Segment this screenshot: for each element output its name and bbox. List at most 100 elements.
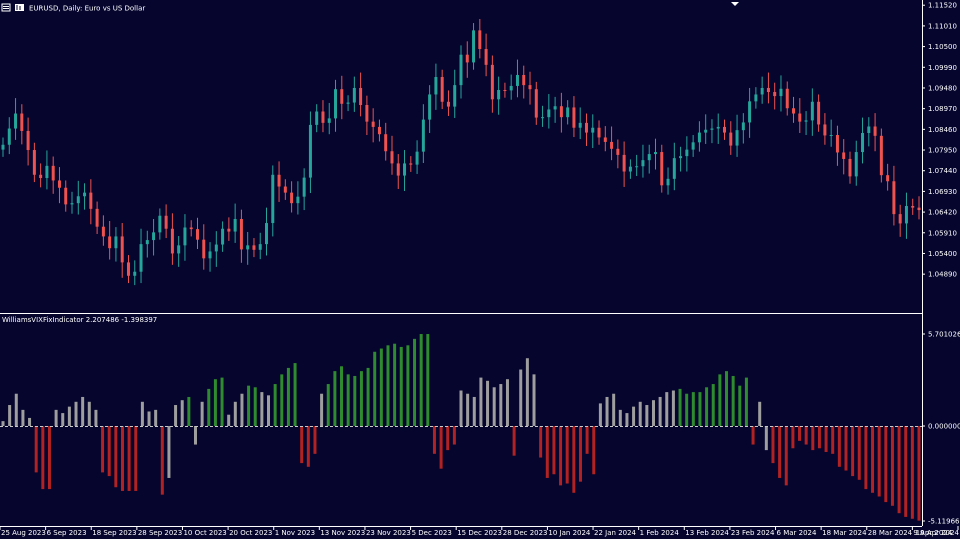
histogram-bar: [280, 374, 284, 426]
candle-body: [453, 85, 457, 107]
histogram-bar: [346, 374, 350, 426]
candle-body: [409, 163, 413, 165]
histogram-bar: [174, 405, 178, 426]
candle-body: [145, 240, 149, 245]
histogram-bar: [592, 426, 596, 475]
histogram-bar: [406, 345, 410, 426]
histogram-bar: [665, 392, 669, 426]
histogram-bar: [379, 348, 383, 426]
time-tick-label: 5 Dec 2023: [412, 529, 452, 537]
histogram-bar: [1, 421, 5, 426]
candle-body: [271, 174, 275, 224]
candle-body: [246, 245, 250, 250]
histogram-bar: [658, 396, 662, 426]
chart-type-icon[interactable]: [15, 4, 24, 11]
histogram-bar: [751, 426, 755, 445]
candle-body: [892, 181, 896, 215]
candle-body: [647, 154, 651, 161]
histogram-bar: [446, 426, 450, 451]
time-tick-label: 10 Oct 2023: [183, 529, 226, 537]
candle-body: [428, 94, 432, 120]
histogram-bar: [744, 377, 748, 426]
histogram-bar: [359, 371, 363, 426]
candle-body: [578, 122, 582, 128]
time-tick-label: 18 Sep 2023: [92, 529, 136, 537]
candle-body: [879, 135, 883, 176]
candle-body: [114, 236, 118, 249]
candle-body: [57, 180, 61, 188]
candle-body: [32, 150, 36, 175]
price-tick-label: 1.07440: [928, 167, 957, 175]
candle-body: [170, 228, 174, 254]
price-tick-label: 1.11010: [928, 22, 957, 30]
histogram-bar: [147, 411, 151, 426]
histogram-bar: [691, 392, 695, 426]
histogram-bar: [871, 426, 875, 493]
candle-body: [484, 49, 488, 65]
candle-body: [691, 142, 695, 150]
histogram-bar: [572, 426, 576, 493]
histogram-bar: [313, 426, 317, 454]
candle-body: [697, 132, 701, 143]
candle-body: [83, 192, 87, 197]
chart-shift-triangle-icon[interactable]: [731, 2, 739, 6]
histogram-bar: [87, 401, 91, 426]
price-tick-label: 1.04890: [928, 271, 957, 279]
candle-body: [352, 87, 356, 103]
menu-icon[interactable]: [1, 3, 11, 12]
histogram-bar: [240, 393, 244, 426]
histogram-bar: [94, 409, 98, 426]
histogram-bar: [114, 426, 118, 488]
histogram-bar: [333, 371, 337, 426]
indicator-histogram: [1, 334, 921, 521]
price-tick-label: 1.09480: [928, 84, 957, 92]
candle-body: [635, 166, 639, 168]
histogram-bar: [47, 426, 51, 490]
histogram-bar: [525, 358, 529, 426]
candle-body: [917, 207, 921, 211]
histogram-bar: [910, 426, 914, 519]
histogram-bar: [167, 426, 171, 478]
candle-body: [509, 85, 513, 91]
histogram-bar: [154, 409, 158, 426]
candle-body: [597, 127, 601, 138]
candle-body: [39, 174, 43, 179]
candle-body: [340, 89, 344, 104]
price-tick-label: 1.06420: [928, 209, 957, 217]
candle-body: [616, 148, 620, 155]
candle-body: [302, 177, 306, 197]
time-tick-label: 22 Jan 2024: [594, 529, 637, 537]
histogram-bar: [213, 379, 217, 426]
candle-body: [490, 64, 494, 100]
histogram-bar: [393, 343, 397, 426]
candle-body: [359, 87, 363, 106]
indicator-tick-label: 0.000000: [928, 423, 960, 431]
candle-body: [396, 163, 400, 176]
histogram-bar: [140, 401, 144, 426]
histogram-bar: [897, 426, 901, 514]
candle-body: [522, 74, 526, 86]
time-axis: 25 Aug 2023 6 Sep 2023 18 Sep 2023 28 Sep 2…: [0, 526, 960, 537]
histogram-bar: [618, 409, 622, 426]
histogram-bar: [479, 377, 483, 426]
candle-body: [911, 206, 915, 208]
chart-canvas[interactable]: EURUSD, Daily: Euro vs US Dollar 1.11520…: [0, 0, 960, 539]
histogram-bar: [804, 426, 808, 445]
candle-body: [823, 124, 827, 136]
candle-body: [534, 89, 538, 118]
histogram-bar: [632, 406, 636, 426]
histogram-bar: [233, 401, 237, 426]
time-tick-label: 1 Nov 2023: [275, 529, 315, 537]
candle-body: [497, 89, 501, 100]
histogram-bar: [718, 374, 722, 426]
candle-body: [515, 74, 519, 86]
candle-body: [440, 77, 444, 102]
candle-body: [773, 92, 777, 97]
candle-body: [20, 113, 24, 131]
time-tick-label: 15 Dec 2023: [457, 529, 502, 537]
candle-body: [465, 54, 469, 63]
histogram-bar: [539, 426, 543, 458]
candle-body: [553, 106, 557, 110]
candle-body: [214, 244, 218, 252]
candle-body: [64, 187, 68, 205]
